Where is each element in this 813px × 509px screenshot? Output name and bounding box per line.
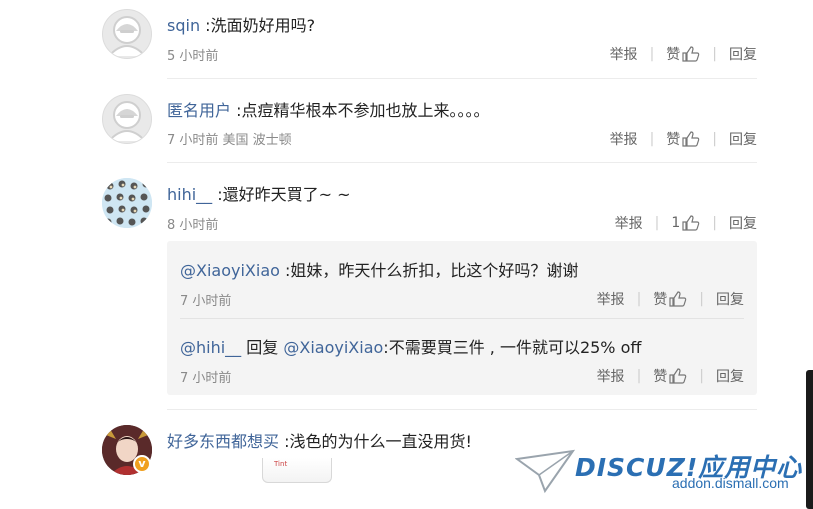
- separator: |: [649, 131, 655, 147]
- like-button[interactable]: 赞: [653, 366, 687, 386]
- report-button[interactable]: 举报: [597, 289, 625, 309]
- reply-button[interactable]: 回复: [716, 366, 744, 386]
- watermark: DISCUZ!应用中心 addon.dismall.com: [515, 443, 805, 503]
- product-image: [262, 458, 332, 483]
- reply-mention[interactable]: @XiaoyiXiao: [283, 338, 383, 357]
- thumbs-up-icon: [669, 368, 687, 384]
- thumbs-up-icon: [682, 46, 700, 62]
- like-label: 赞: [653, 292, 668, 308]
- thumbs-up-icon: [682, 131, 700, 147]
- report-button[interactable]: 举报: [597, 366, 625, 386]
- reply-button[interactable]: 回复: [716, 289, 744, 309]
- report-button[interactable]: 举报: [615, 213, 643, 233]
- separator: |: [636, 291, 642, 307]
- divider: [167, 409, 757, 410]
- comment-text: :還好昨天買了~ ~: [217, 185, 351, 204]
- pattern-avatar-image: [102, 178, 152, 228]
- reply-button[interactable]: 回复: [729, 129, 757, 149]
- user-silhouette-icon: [108, 101, 146, 142]
- divider: [167, 78, 757, 79]
- comment-time: 8 小时前: [167, 218, 219, 233]
- thumbs-up-icon: [669, 291, 687, 307]
- reply-time: 7 小时前: [180, 371, 232, 386]
- report-button[interactable]: 举报: [610, 44, 638, 64]
- vip-badge-icon: v: [133, 455, 151, 473]
- like-label: 赞: [653, 369, 668, 385]
- default-avatar[interactable]: [102, 9, 152, 59]
- product-label: Tint: [274, 460, 288, 468]
- like-button[interactable]: 1: [671, 215, 700, 231]
- separator: |: [699, 368, 704, 384]
- divider: [167, 162, 757, 163]
- like-button[interactable]: 赞: [666, 44, 700, 64]
- separator: |: [712, 46, 717, 62]
- divider: [180, 318, 744, 319]
- separator: |: [712, 131, 717, 147]
- reply-text: :姐妹，昨天什么折扣，比这个好吗？谢谢: [285, 261, 579, 280]
- separator: |: [699, 291, 704, 307]
- like-button[interactable]: 赞: [653, 289, 687, 309]
- watermark-url: addon.dismall.com: [672, 475, 789, 491]
- reply-button[interactable]: 回复: [729, 44, 757, 64]
- like-count: 1: [671, 215, 681, 231]
- comment-time: 5 小时前: [167, 49, 219, 64]
- comment-author[interactable]: sqin: [167, 16, 200, 35]
- reply-author[interactable]: @hihi__: [180, 338, 241, 357]
- comment-text: :洗面奶好用吗?: [205, 16, 316, 35]
- thumbs-up-icon: [682, 215, 700, 231]
- replies-container: @XiaoyiXiao :姐妹，昨天什么折扣，比这个好吗？谢谢 7 小时前 举报…: [167, 241, 757, 395]
- like-label: 赞: [666, 132, 681, 148]
- reply-author[interactable]: @XiaoyiXiao: [180, 261, 280, 280]
- paper-plane-icon: [515, 449, 575, 494]
- pattern-avatar[interactable]: [102, 178, 152, 228]
- reply-word: 回复: [246, 338, 279, 357]
- comment-time: 7 小时前 美国 波士顿: [167, 133, 292, 148]
- like-button[interactable]: 赞: [666, 129, 700, 149]
- comment-text: :点痘精华根本不参加也放上来。。。。: [236, 101, 490, 120]
- like-label: 赞: [666, 47, 681, 63]
- separator: |: [649, 46, 655, 62]
- report-button[interactable]: 举报: [610, 129, 638, 149]
- separator: |: [712, 215, 717, 231]
- scrollbar[interactable]: [806, 370, 813, 509]
- user-silhouette-icon: [108, 16, 146, 57]
- reply-button[interactable]: 回复: [729, 213, 757, 233]
- reply-text: :不需要買三件 , 一件就可以25% off: [383, 338, 642, 357]
- comment-text: :浅色的为什么一直没用货!: [284, 432, 472, 451]
- comment-author[interactable]: 匿名用户: [167, 101, 231, 120]
- comment-author[interactable]: 好多东西都想买: [167, 432, 279, 451]
- default-avatar[interactable]: [102, 94, 152, 144]
- separator: |: [654, 215, 660, 231]
- reply-time: 7 小时前: [180, 294, 232, 309]
- separator: |: [636, 368, 642, 384]
- comment-author[interactable]: hihi__: [167, 185, 212, 204]
